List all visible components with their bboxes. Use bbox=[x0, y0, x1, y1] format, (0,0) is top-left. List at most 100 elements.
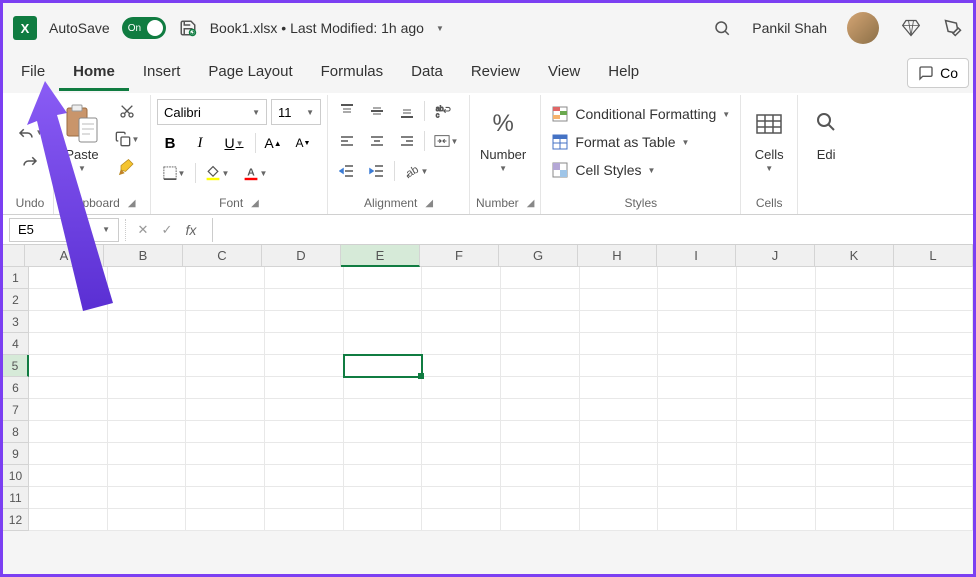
search-icon[interactable] bbox=[712, 18, 732, 38]
row-header[interactable]: 1 bbox=[3, 267, 29, 289]
cell[interactable] bbox=[816, 443, 895, 465]
cell[interactable] bbox=[501, 399, 580, 421]
align-top-button[interactable] bbox=[334, 99, 360, 123]
increase-font-button[interactable]: A▲ bbox=[260, 131, 286, 155]
cell[interactable] bbox=[580, 311, 659, 333]
cell[interactable] bbox=[894, 487, 973, 509]
cell[interactable] bbox=[186, 333, 265, 355]
row-header[interactable]: 4 bbox=[3, 333, 29, 355]
cell[interactable] bbox=[29, 487, 108, 509]
conditional-formatting-button[interactable]: Conditional Formatting ▼ bbox=[547, 103, 734, 125]
tab-view[interactable]: View bbox=[534, 55, 594, 91]
cell[interactable] bbox=[894, 443, 973, 465]
cell[interactable] bbox=[265, 311, 344, 333]
column-header[interactable]: C bbox=[183, 245, 262, 267]
avatar[interactable] bbox=[847, 12, 879, 44]
cell[interactable] bbox=[29, 355, 108, 377]
cell[interactable] bbox=[658, 289, 737, 311]
cell[interactable] bbox=[422, 267, 501, 289]
cell-styles-button[interactable]: Cell Styles ▼ bbox=[547, 159, 659, 181]
formula-input[interactable] bbox=[212, 218, 973, 242]
cell[interactable] bbox=[580, 355, 659, 377]
cell[interactable] bbox=[186, 267, 265, 289]
row-header[interactable]: 11 bbox=[3, 487, 29, 509]
format-as-table-button[interactable]: Format as Table ▼ bbox=[547, 131, 693, 153]
cell[interactable] bbox=[894, 267, 973, 289]
title-dropdown-icon[interactable]: ▼ bbox=[436, 24, 444, 33]
cell[interactable] bbox=[108, 443, 187, 465]
format-painter-button[interactable] bbox=[114, 155, 140, 179]
cell[interactable] bbox=[894, 509, 973, 531]
cell[interactable] bbox=[344, 267, 423, 289]
cell[interactable] bbox=[894, 311, 973, 333]
cell[interactable] bbox=[344, 421, 423, 443]
cell[interactable] bbox=[344, 399, 423, 421]
row-header[interactable]: 5 bbox=[3, 355, 29, 377]
cell[interactable] bbox=[894, 399, 973, 421]
cell[interactable] bbox=[737, 421, 816, 443]
comments-button[interactable]: Co bbox=[907, 58, 969, 88]
cell[interactable] bbox=[186, 311, 265, 333]
cell[interactable] bbox=[658, 487, 737, 509]
row-header[interactable]: 7 bbox=[3, 399, 29, 421]
font-family-select[interactable]: Calibri▼ bbox=[157, 99, 267, 125]
paste-button[interactable]: Paste ▼ bbox=[60, 99, 104, 177]
cell[interactable] bbox=[186, 399, 265, 421]
cell[interactable] bbox=[265, 465, 344, 487]
cell[interactable] bbox=[186, 355, 265, 377]
column-header[interactable]: H bbox=[578, 245, 657, 267]
cell[interactable] bbox=[108, 465, 187, 487]
decrease-font-button[interactable]: A▼ bbox=[290, 131, 316, 155]
cell[interactable] bbox=[344, 289, 423, 311]
cell[interactable] bbox=[580, 289, 659, 311]
font-color-button[interactable]: A▼ bbox=[238, 161, 272, 185]
cell[interactable] bbox=[186, 487, 265, 509]
cell[interactable] bbox=[580, 465, 659, 487]
cell[interactable] bbox=[816, 355, 895, 377]
tab-review[interactable]: Review bbox=[457, 55, 534, 91]
cell[interactable] bbox=[501, 333, 580, 355]
cell[interactable] bbox=[265, 509, 344, 531]
row-header[interactable]: 12 bbox=[3, 509, 29, 531]
underline-button[interactable]: U▼ bbox=[217, 131, 251, 155]
column-header[interactable]: F bbox=[420, 245, 499, 267]
font-launcher-icon[interactable]: ◢ bbox=[251, 198, 259, 209]
cell[interactable] bbox=[108, 509, 187, 531]
cell[interactable] bbox=[108, 333, 187, 355]
cell[interactable] bbox=[816, 289, 895, 311]
cell[interactable] bbox=[344, 355, 423, 377]
cell[interactable] bbox=[422, 509, 501, 531]
diamond-icon[interactable] bbox=[901, 18, 921, 38]
cell[interactable] bbox=[29, 289, 108, 311]
cell[interactable] bbox=[422, 443, 501, 465]
cell[interactable] bbox=[658, 311, 737, 333]
cell[interactable] bbox=[658, 465, 737, 487]
undo-button[interactable]: ▼ bbox=[13, 121, 47, 145]
column-header[interactable]: D bbox=[262, 245, 341, 267]
column-header[interactable]: J bbox=[736, 245, 815, 267]
cell[interactable] bbox=[108, 399, 187, 421]
fill-color-button[interactable]: ▼ bbox=[200, 161, 234, 185]
editing-button[interactable]: Edi bbox=[804, 99, 848, 166]
cell[interactable] bbox=[816, 333, 895, 355]
name-box[interactable]: E5 ▼ bbox=[9, 218, 119, 242]
cell[interactable] bbox=[816, 267, 895, 289]
cell[interactable] bbox=[422, 465, 501, 487]
cell[interactable] bbox=[108, 289, 187, 311]
cell[interactable] bbox=[816, 311, 895, 333]
cell[interactable] bbox=[894, 421, 973, 443]
cell[interactable] bbox=[737, 509, 816, 531]
tab-page-layout[interactable]: Page Layout bbox=[194, 55, 306, 91]
cell[interactable] bbox=[186, 289, 265, 311]
cell[interactable] bbox=[737, 311, 816, 333]
cell[interactable] bbox=[29, 333, 108, 355]
cell[interactable] bbox=[737, 443, 816, 465]
cell[interactable] bbox=[737, 377, 816, 399]
pen-icon[interactable] bbox=[943, 18, 963, 38]
enter-formula-button[interactable]: ✓ bbox=[156, 219, 178, 241]
clipboard-launcher-icon[interactable]: ◢ bbox=[128, 198, 136, 209]
cell[interactable] bbox=[580, 443, 659, 465]
cell[interactable] bbox=[265, 333, 344, 355]
cell[interactable] bbox=[816, 465, 895, 487]
column-header[interactable]: E bbox=[341, 245, 420, 267]
